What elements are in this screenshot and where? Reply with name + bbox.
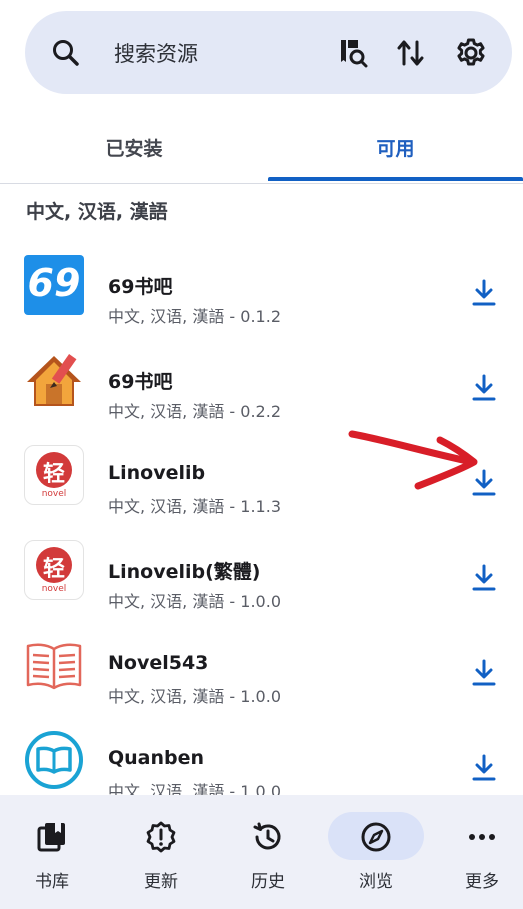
section-header: 中文, 汉语, 漢語	[26, 201, 168, 223]
extension-meta: 中文, 汉语, 漢語 - 0.2.2	[108, 402, 282, 421]
list-item[interactable]: 69 69书吧 中文, 汉语, 漢語 - 0.1.2	[0, 235, 523, 330]
nav-label: 更多	[465, 872, 499, 892]
library-icon	[36, 821, 68, 853]
history-icon	[252, 821, 284, 853]
linovelib-qing-icon: 轻 novel	[24, 540, 84, 600]
69-blue-logo-icon: 69	[24, 255, 84, 315]
extension-meta: 中文, 汉语, 漢語 - 1.0.0	[108, 592, 282, 611]
extension-meta: 中文, 汉语, 漢語 - 0.1.2	[108, 307, 282, 326]
tab-bar: 已安装 可用	[0, 110, 523, 184]
download-icon[interactable]	[471, 658, 497, 688]
extension-name: Quanben	[108, 747, 205, 769]
search-icon[interactable]	[51, 38, 81, 72]
bottom-nav: 书库 更新 历史 浏览 更多	[0, 795, 523, 909]
search-input[interactable]: 搜索资源	[114, 38, 198, 68]
gear-icon[interactable]	[455, 37, 487, 73]
extension-name: 69书吧	[108, 371, 173, 393]
nav-label: 历史	[251, 872, 285, 892]
active-tab-indicator	[268, 177, 523, 181]
nav-history[interactable]: 历史	[216, 795, 320, 909]
linovelib-qing-icon: 轻 novel	[24, 445, 84, 505]
house-pencil-icon	[24, 350, 84, 410]
extension-name: Novel543	[108, 652, 209, 674]
nav-label: 更新	[144, 872, 178, 892]
nav-label: 书库	[35, 872, 69, 892]
extension-name: Linovelib(繁體)	[108, 561, 261, 583]
download-icon[interactable]	[471, 278, 497, 308]
nav-updates[interactable]: 更新	[109, 795, 213, 909]
extension-meta: 中文, 汉语, 漢語 - 1.0.0	[108, 687, 282, 706]
list-item[interactable]: 69书吧 中文, 汉语, 漢語 - 0.2.2	[0, 330, 523, 425]
nav-library[interactable]: 书库	[0, 795, 104, 909]
tab-installed[interactable]: 已安装	[0, 110, 268, 184]
updates-badge-icon	[145, 821, 177, 853]
more-dots-icon	[466, 821, 498, 853]
list-item[interactable]: 轻 novel Linovelib(繁體) 中文, 汉语, 漢語 - 1.0.0	[0, 520, 523, 615]
download-icon[interactable]	[471, 563, 497, 593]
sort-arrows-icon[interactable]	[396, 38, 426, 72]
nav-more[interactable]: 更多	[430, 795, 523, 909]
tab-available[interactable]: 可用	[268, 110, 523, 184]
search-bar[interactable]	[25, 11, 512, 94]
filter-search-icon[interactable]	[338, 38, 368, 72]
extension-name: Linovelib	[108, 462, 206, 484]
download-icon[interactable]	[471, 373, 497, 403]
circle-book-icon	[24, 730, 84, 790]
nav-label: 浏览	[359, 872, 393, 892]
extension-meta: 中文, 汉语, 漢語 - 1.1.3	[108, 497, 282, 516]
nav-browse[interactable]: 浏览	[324, 795, 428, 909]
list-item[interactable]: Novel543 中文, 汉语, 漢語 - 1.0.0	[0, 615, 523, 710]
annotation-arrow	[340, 422, 490, 501]
compass-icon	[360, 821, 392, 853]
download-icon[interactable]	[471, 753, 497, 783]
list-item[interactable]: Quanben 中文, 汉语, 漢語 - 1.0.0	[0, 710, 523, 805]
extension-name: 69书吧	[108, 276, 173, 298]
open-book-icon	[24, 635, 84, 695]
